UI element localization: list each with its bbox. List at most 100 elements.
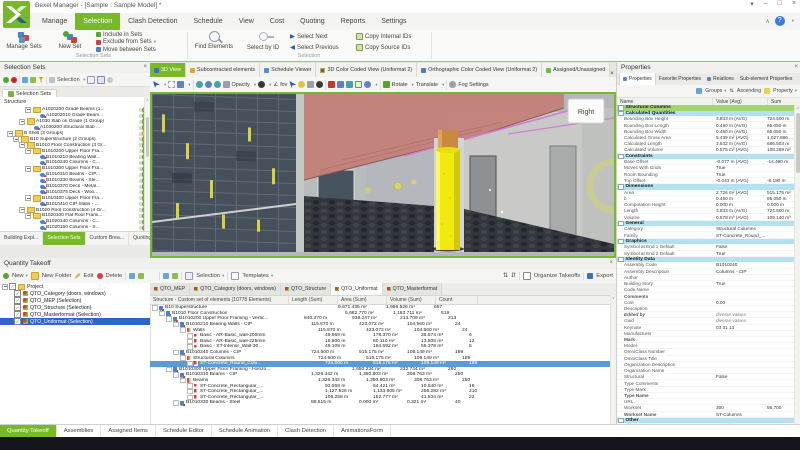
- checkbox-icon[interactable]: ✓: [14, 290, 21, 297]
- panel-tab-custom-brea[interactable]: Custom Brea...: [86, 232, 130, 245]
- close-panel-icon[interactable]: ×: [794, 62, 798, 73]
- new-takeoff-icon[interactable]: [3, 273, 9, 279]
- copy-source-ids-button[interactable]: Copy Source IDs: [356, 44, 428, 51]
- rotate-label[interactable]: Rotate: [392, 82, 408, 88]
- templates-icon[interactable]: [231, 272, 239, 280]
- select-next-button[interactable]: Select Next: [290, 33, 352, 40]
- qto-tree-item[interactable]: ✓QTO_Masterformat (Selection): [0, 311, 150, 318]
- nav-cube-face-label[interactable]: Right: [578, 109, 594, 116]
- flag-icon[interactable]: [328, 81, 335, 88]
- move-between-sets-button[interactable]: Move between Sets: [96, 46, 184, 53]
- scroll-down-icon[interactable]: ∨: [612, 295, 615, 300]
- filter-icon-2[interactable]: [138, 273, 144, 279]
- opacity-icon[interactable]: [223, 81, 230, 88]
- delete-icon[interactable]: [97, 273, 103, 279]
- ribbon-tab-cost[interactable]: Cost: [262, 13, 292, 30]
- scroll-up-icon[interactable]: ∧: [146, 97, 149, 102]
- view-tab-3d-view[interactable]: 3D View: [150, 63, 186, 77]
- qto-tab-qto-category-doors-windows[interactable]: QTO_Category (doors, windows): [190, 283, 281, 295]
- view-tab-assigned-unassigned[interactable]: Assigned/Unassigned: [542, 63, 610, 77]
- world-icon[interactable]: [364, 81, 371, 88]
- panel-tab-building-expl[interactable]: Building Expl...: [0, 232, 43, 245]
- ceiling-light[interactable]: [365, 187, 371, 193]
- isolate-element-icon[interactable]: [177, 81, 184, 88]
- checkbox-icon[interactable]: ✓: [14, 318, 21, 325]
- collapse-ribbon-icon[interactable]: ∧: [765, 18, 769, 25]
- properties-tab-properties[interactable]: Properties: [619, 72, 656, 85]
- properties-tab-sub-element-properties[interactable]: Sub-element Properties: [737, 73, 796, 85]
- minimize-button[interactable]: –: [764, 0, 768, 8]
- show-all-icon[interactable]: [3, 77, 9, 83]
- ceiling-light[interactable]: [412, 180, 417, 185]
- viewport-3d[interactable]: Right: [150, 92, 616, 258]
- ribbon-tab-selection[interactable]: Selection: [75, 13, 120, 30]
- close-button[interactable]: ×: [792, 0, 796, 8]
- ceiling-light[interactable]: [394, 182, 402, 190]
- organize-takeoffs-button[interactable]: Organize Takeoffs: [534, 273, 581, 279]
- select-previous-button[interactable]: Select Previous: [290, 44, 352, 51]
- find-elements-button[interactable]: Find Elements: [190, 31, 238, 50]
- qto-tree-item[interactable]: ✓QTO_Category (doors, windows): [0, 290, 150, 297]
- delete-button[interactable]: Delete: [106, 273, 123, 279]
- ribbon-tab-manage[interactable]: Manage: [34, 13, 75, 30]
- rectangle-select-icon[interactable]: [168, 81, 175, 88]
- qto-tree-item[interactable]: ✓QTO_Structure (Selection): [0, 304, 150, 311]
- checkbox-icon[interactable]: ✓: [14, 297, 21, 304]
- help-icon[interactable]: ?: [775, 16, 785, 26]
- expander-icon[interactable]: [173, 400, 179, 406]
- new-set-button[interactable]: New Set: [48, 31, 92, 50]
- checkbox-icon[interactable]: ✓: [14, 304, 21, 311]
- qto-tree-root[interactable]: ✓ Project: [0, 283, 150, 290]
- export-button[interactable]: Export: [596, 273, 613, 279]
- column-structure[interactable]: Structure - Custom set of elements (1077…: [150, 296, 289, 304]
- translate-label[interactable]: Translate: [416, 82, 438, 88]
- checkbox-icon[interactable]: ✓: [14, 311, 21, 318]
- property-icon[interactable]: [764, 88, 770, 94]
- properties-tab-favorite-properties[interactable]: Favorite Properties: [656, 73, 704, 85]
- select-cursor-icon[interactable]: [153, 81, 160, 88]
- exclude-from-sets-button[interactable]: Exclude from Sets ▾: [96, 39, 184, 46]
- export-icon[interactable]: [587, 273, 593, 279]
- view-tab-3d-color-coded-view-uniformat-2[interactable]: 3D Color Coded View (Uniformat 2): [316, 63, 417, 77]
- new-folder-button[interactable]: New Folder: [42, 273, 72, 279]
- rotate-icon[interactable]: [383, 81, 390, 88]
- nav-cube[interactable]: Right: [568, 99, 604, 123]
- maximize-button[interactable]: □: [778, 0, 782, 8]
- include-in-sets-button[interactable]: Include in Sets: [96, 31, 184, 38]
- grid-icon[interactable]: [307, 81, 314, 88]
- settings-gear-icon[interactable]: [107, 77, 113, 83]
- fog-settings-label[interactable]: Fog Settings: [458, 82, 488, 88]
- ribbon-tab-quoting[interactable]: Quoting: [292, 13, 333, 30]
- organize-takeoffs-icon[interactable]: [523, 272, 531, 280]
- table-filter-icon-2[interactable]: [172, 273, 178, 279]
- selection-cursor-icon[interactable]: [185, 272, 193, 280]
- checkbox-icon[interactable]: ✓: [9, 283, 16, 290]
- table-filter-icon[interactable]: [163, 273, 169, 279]
- sun-icon[interactable]: [298, 81, 305, 88]
- new-folder-icon[interactable]: [31, 272, 39, 280]
- pick-cursor-icon[interactable]: [87, 76, 95, 84]
- filter-down-icon[interactable]: [30, 77, 36, 83]
- qto-tree-item[interactable]: ✓QTO_MEP (Selection): [0, 297, 150, 304]
- ribbon-tab-schedule[interactable]: Schedule: [186, 13, 231, 30]
- edit-pencil-icon[interactable]: [75, 273, 81, 279]
- column-count[interactable]: Count: [436, 296, 478, 304]
- close-panel-icon[interactable]: ×: [143, 62, 147, 73]
- orbit-icon[interactable]: [196, 81, 203, 88]
- takeoff-row[interactable]: B1010330 Beams - Steel89.515 m0.000 m²0.…: [150, 400, 616, 406]
- help-dropdown-icon[interactable]: ▾: [792, 18, 794, 24]
- opacity-label[interactable]: Opacity: [232, 82, 250, 88]
- properties-scrollbar[interactable]: ∧: [794, 105, 800, 424]
- highlight-selection-icon[interactable]: [355, 81, 362, 88]
- filter-up-icon[interactable]: [22, 77, 28, 83]
- selection-set-tree-item[interactable]: B1020150 Columns - S...: [0, 225, 150, 231]
- view-tab-schedule-viewer[interactable]: Schedule Viewer: [260, 63, 316, 77]
- pan-icon[interactable]: [205, 81, 212, 88]
- templates-dropdown[interactable]: Templates▾: [242, 273, 273, 279]
- ascending-button[interactable]: Ascending: [737, 88, 761, 94]
- qto-tab-qto-mep[interactable]: QTO_MEP: [150, 283, 190, 295]
- groups-icon[interactable]: [696, 88, 702, 94]
- camera-settings-icon[interactable]: [316, 81, 323, 88]
- ribbon-tab-clash-detection[interactable]: Clash Detection: [120, 13, 185, 30]
- new-takeoff-button[interactable]: New▾: [12, 273, 28, 279]
